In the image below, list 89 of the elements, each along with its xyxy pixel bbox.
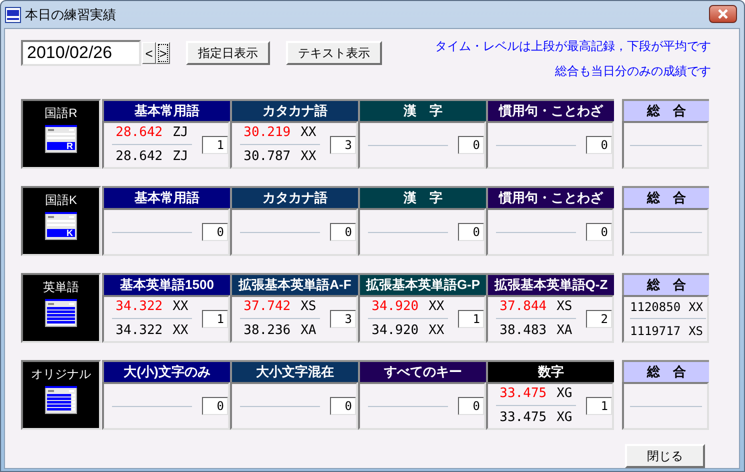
count-field: 1 bbox=[202, 136, 228, 154]
average-time: 38.236 bbox=[244, 322, 291, 340]
average-rank: XS bbox=[688, 322, 704, 340]
count-field: 0 bbox=[202, 223, 228, 241]
best-rank: XX bbox=[688, 299, 704, 316]
column-header: 数字 bbox=[486, 360, 614, 382]
count-field: 0 bbox=[458, 136, 484, 154]
average-rank: XA bbox=[556, 322, 572, 340]
average-rank: XX bbox=[428, 322, 444, 340]
count-field: 0 bbox=[458, 223, 484, 241]
window-icon bbox=[45, 386, 77, 414]
column-header: 拡張基本英単語G-P bbox=[358, 273, 486, 295]
column-header: 漢 字 bbox=[358, 186, 486, 208]
best-time: 33.475 bbox=[500, 384, 547, 402]
column-header: 基本英単語1500 bbox=[102, 273, 230, 295]
column-header: 基本常用語 bbox=[102, 99, 230, 121]
column-header: すべてのキー bbox=[358, 360, 486, 382]
count-field: 0 bbox=[330, 223, 356, 241]
window-title: 本日の練習実績 bbox=[25, 6, 116, 24]
close-button[interactable]: 閉じる bbox=[625, 444, 705, 468]
total-header: 総 合 bbox=[622, 99, 709, 121]
best-rank: ZJ bbox=[172, 124, 188, 142]
average-time: 34.322 bbox=[116, 322, 163, 340]
note-text: 総合も当日分のみの成績です bbox=[555, 63, 711, 80]
best-rank: XX bbox=[428, 298, 444, 316]
best-rank: XX bbox=[172, 298, 188, 316]
average-time: 28.642 bbox=[116, 148, 163, 166]
count-field: 1 bbox=[458, 310, 484, 328]
window-icon bbox=[45, 212, 77, 240]
nav-button[interactable]: > bbox=[156, 42, 170, 64]
best-rank: XS bbox=[556, 298, 572, 316]
count-field: 0 bbox=[586, 223, 612, 241]
note-text: タイム・レベルは上段が最高記録，下段が平均です bbox=[435, 38, 711, 55]
column-header: 大(小)文字のみ bbox=[102, 360, 230, 382]
category-label: 国語K bbox=[44, 194, 77, 206]
best-rank: XX bbox=[300, 124, 316, 142]
best-time: 30.219 bbox=[244, 124, 291, 142]
column-header: 慣用句・ことわざ bbox=[486, 186, 614, 208]
best-time: 1120850 bbox=[630, 299, 681, 316]
window-icon bbox=[45, 125, 77, 153]
column-header: 基本常用語 bbox=[102, 186, 230, 208]
count-field: 3 bbox=[330, 136, 356, 154]
count-field: 1 bbox=[586, 397, 612, 415]
nav-button[interactable]: < bbox=[142, 42, 156, 64]
count-field: 0 bbox=[586, 136, 612, 154]
action-button[interactable]: 指定日表示 bbox=[186, 41, 270, 65]
column-header: 大小文字混在 bbox=[230, 360, 358, 382]
window-icon bbox=[45, 299, 77, 327]
count-field: 0 bbox=[458, 397, 484, 415]
best-rank: XS bbox=[300, 298, 316, 316]
total-header: 総 合 bbox=[622, 360, 709, 382]
average-rank: ZJ bbox=[172, 148, 188, 166]
average-rank: XA bbox=[300, 322, 316, 340]
average-rank: XX bbox=[172, 322, 188, 340]
count-field: 2 bbox=[586, 310, 612, 328]
average-rank: XX bbox=[300, 148, 316, 166]
column-header: カタカナ語 bbox=[230, 186, 358, 208]
average-time: 1119717 bbox=[630, 322, 681, 340]
date-field[interactable]: 2010/02/26 bbox=[21, 40, 141, 66]
average-time: 33.475 bbox=[500, 408, 547, 427]
icon-letter: K bbox=[66, 229, 73, 238]
average-time: 30.787 bbox=[244, 148, 291, 166]
total-header: 総 合 bbox=[622, 186, 709, 208]
category-label: オリジナル bbox=[31, 368, 91, 380]
best-time: 34.322 bbox=[116, 298, 163, 316]
action-button[interactable]: テキスト表示 bbox=[286, 41, 382, 65]
best-time: 28.642 bbox=[116, 124, 163, 142]
close-icon[interactable] bbox=[709, 4, 737, 22]
best-time: 37.844 bbox=[500, 298, 547, 316]
total-header: 総 合 bbox=[622, 273, 709, 295]
icon-letter: R bbox=[66, 142, 73, 151]
average-time: 38.483 bbox=[500, 322, 547, 340]
best-rank: XG bbox=[556, 384, 572, 402]
count-field: 3 bbox=[330, 310, 356, 328]
count-field: 0 bbox=[202, 397, 228, 415]
column-header: 拡張基本英単語A-F bbox=[230, 273, 358, 295]
best-time: 34.920 bbox=[372, 298, 419, 316]
best-time: 37.742 bbox=[244, 298, 291, 316]
average-time: 34.920 bbox=[372, 322, 419, 340]
column-header: 拡張基本英単語Q-Z bbox=[486, 273, 614, 295]
column-header: 漢 字 bbox=[358, 99, 486, 121]
category-label: 英単語 bbox=[43, 281, 79, 293]
column-header: 慣用句・ことわざ bbox=[486, 99, 614, 121]
count-field: 1 bbox=[202, 310, 228, 328]
count-field: 0 bbox=[330, 397, 356, 415]
column-header: カタカナ語 bbox=[230, 99, 358, 121]
average-rank: XG bbox=[556, 408, 572, 427]
category-label: 国語R bbox=[44, 107, 78, 119]
app-icon bbox=[5, 6, 21, 22]
